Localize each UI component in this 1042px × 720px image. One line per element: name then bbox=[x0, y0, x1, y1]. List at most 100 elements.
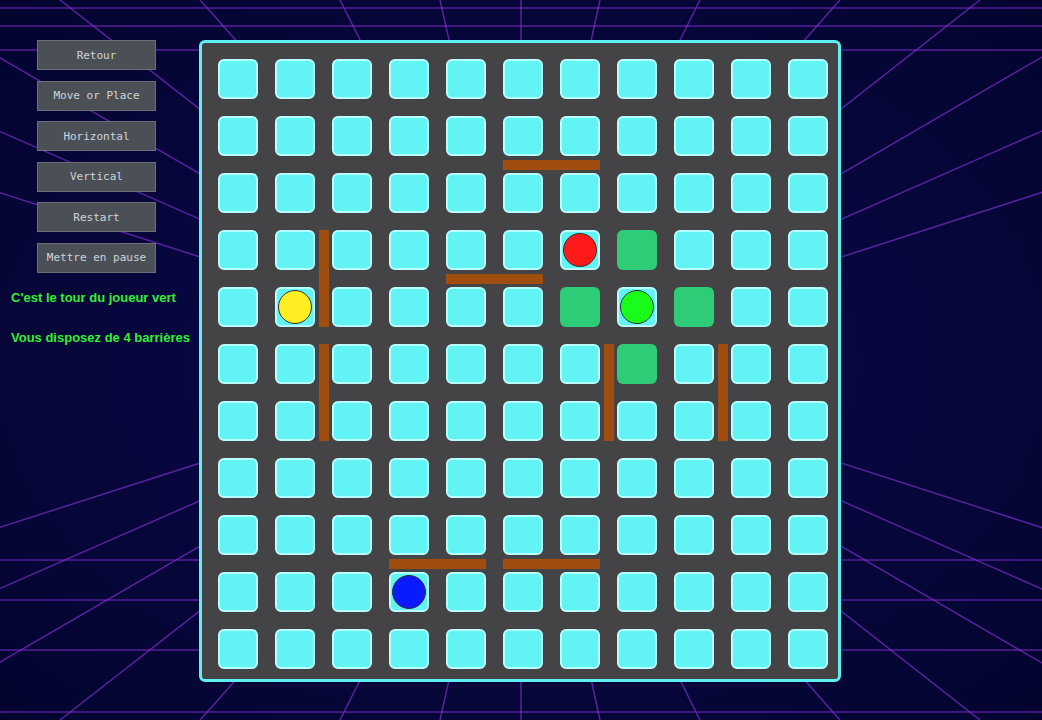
green-pawn[interactable] bbox=[620, 290, 654, 324]
board-cell[interactable] bbox=[731, 230, 771, 270]
board-cell[interactable] bbox=[446, 572, 486, 612]
board-cell[interactable] bbox=[389, 230, 429, 270]
board-cell[interactable] bbox=[560, 458, 600, 498]
board-cell[interactable] bbox=[332, 572, 372, 612]
board-cell[interactable] bbox=[218, 344, 258, 384]
board-cell[interactable] bbox=[560, 401, 600, 441]
board-cell[interactable] bbox=[788, 344, 828, 384]
board-cell[interactable] bbox=[731, 458, 771, 498]
board-cell[interactable] bbox=[389, 629, 429, 669]
board-cell[interactable] bbox=[275, 230, 315, 270]
board-cell[interactable] bbox=[218, 287, 258, 327]
control-button[interactable]: Mettre en pause bbox=[37, 243, 156, 273]
board-cell[interactable] bbox=[503, 629, 543, 669]
board-cell[interactable] bbox=[389, 59, 429, 99]
board-cell[interactable] bbox=[731, 401, 771, 441]
board-cell[interactable] bbox=[446, 59, 486, 99]
board-cell[interactable] bbox=[389, 515, 429, 555]
board-cell[interactable] bbox=[617, 515, 657, 555]
control-button[interactable]: Vertical bbox=[37, 162, 156, 192]
blue-pawn[interactable] bbox=[392, 575, 426, 609]
board-cell[interactable] bbox=[275, 173, 315, 213]
board-cell[interactable] bbox=[332, 458, 372, 498]
board-cell[interactable] bbox=[731, 287, 771, 327]
board-cell[interactable] bbox=[674, 173, 714, 213]
board-cell[interactable] bbox=[275, 116, 315, 156]
board-cell[interactable] bbox=[674, 515, 714, 555]
board-cell[interactable] bbox=[389, 116, 429, 156]
board-cell[interactable] bbox=[218, 401, 258, 441]
board-cell[interactable] bbox=[674, 401, 714, 441]
control-button[interactable]: Retour bbox=[37, 40, 156, 70]
board-cell[interactable] bbox=[560, 629, 600, 669]
board-cell[interactable] bbox=[332, 59, 372, 99]
board-cell[interactable] bbox=[446, 230, 486, 270]
board-cell[interactable] bbox=[788, 287, 828, 327]
board-cell[interactable] bbox=[674, 344, 714, 384]
board-cell[interactable] bbox=[560, 59, 600, 99]
board-cell[interactable] bbox=[332, 344, 372, 384]
board-cell[interactable] bbox=[275, 287, 315, 327]
board-cell[interactable] bbox=[275, 401, 315, 441]
board-cell[interactable] bbox=[389, 572, 429, 612]
board-cell[interactable] bbox=[731, 116, 771, 156]
red-pawn[interactable] bbox=[563, 233, 597, 267]
board-cell[interactable] bbox=[446, 116, 486, 156]
board-cell[interactable] bbox=[560, 230, 600, 270]
board-cell[interactable] bbox=[332, 287, 372, 327]
board-cell[interactable] bbox=[674, 458, 714, 498]
board-cell[interactable] bbox=[674, 116, 714, 156]
board-cell[interactable] bbox=[446, 344, 486, 384]
board-cell[interactable] bbox=[332, 401, 372, 441]
board-cell[interactable] bbox=[218, 173, 258, 213]
board-cell[interactable] bbox=[332, 230, 372, 270]
board-cell[interactable] bbox=[275, 572, 315, 612]
board-cell[interactable] bbox=[560, 116, 600, 156]
move-hint-cell[interactable] bbox=[617, 230, 657, 270]
board-cell[interactable] bbox=[560, 572, 600, 612]
board-cell[interactable] bbox=[788, 515, 828, 555]
move-hint-cell[interactable] bbox=[560, 287, 600, 327]
board-cell[interactable] bbox=[389, 287, 429, 327]
board-cell[interactable] bbox=[503, 116, 543, 156]
board-cell[interactable] bbox=[674, 59, 714, 99]
board-cell[interactable] bbox=[560, 173, 600, 213]
board-cell[interactable] bbox=[275, 344, 315, 384]
board-cell[interactable] bbox=[332, 515, 372, 555]
board-cell[interactable] bbox=[275, 59, 315, 99]
board-cell[interactable] bbox=[332, 629, 372, 669]
board-cell[interactable] bbox=[617, 59, 657, 99]
board-cell[interactable] bbox=[275, 629, 315, 669]
board-cell[interactable] bbox=[446, 629, 486, 669]
board-cell[interactable] bbox=[731, 173, 771, 213]
board-cell[interactable] bbox=[446, 173, 486, 213]
board-cell[interactable] bbox=[389, 173, 429, 213]
board-cell[interactable] bbox=[731, 515, 771, 555]
control-button[interactable]: Move or Place bbox=[37, 81, 156, 111]
board-cell[interactable] bbox=[617, 458, 657, 498]
board-cell[interactable] bbox=[218, 572, 258, 612]
board-cell[interactable] bbox=[674, 629, 714, 669]
board-cell[interactable] bbox=[617, 629, 657, 669]
board-cell[interactable] bbox=[731, 59, 771, 99]
board-cell[interactable] bbox=[731, 572, 771, 612]
board-cell[interactable] bbox=[617, 287, 657, 327]
move-hint-cell[interactable] bbox=[674, 287, 714, 327]
board-cell[interactable] bbox=[446, 458, 486, 498]
control-button[interactable]: Horizontal bbox=[37, 121, 156, 151]
board-cell[interactable] bbox=[275, 515, 315, 555]
board-cell[interactable] bbox=[503, 230, 543, 270]
board-cell[interactable] bbox=[218, 59, 258, 99]
move-hint-cell[interactable] bbox=[617, 344, 657, 384]
board-cell[interactable] bbox=[731, 344, 771, 384]
board-cell[interactable] bbox=[617, 572, 657, 612]
board-cell[interactable] bbox=[788, 629, 828, 669]
yellow-pawn[interactable] bbox=[278, 290, 312, 324]
board-cell[interactable] bbox=[617, 401, 657, 441]
board-cell[interactable] bbox=[674, 230, 714, 270]
board-cell[interactable] bbox=[218, 458, 258, 498]
board-cell[interactable] bbox=[503, 287, 543, 327]
board-cell[interactable] bbox=[788, 230, 828, 270]
board-cell[interactable] bbox=[389, 401, 429, 441]
board-cell[interactable] bbox=[503, 59, 543, 99]
